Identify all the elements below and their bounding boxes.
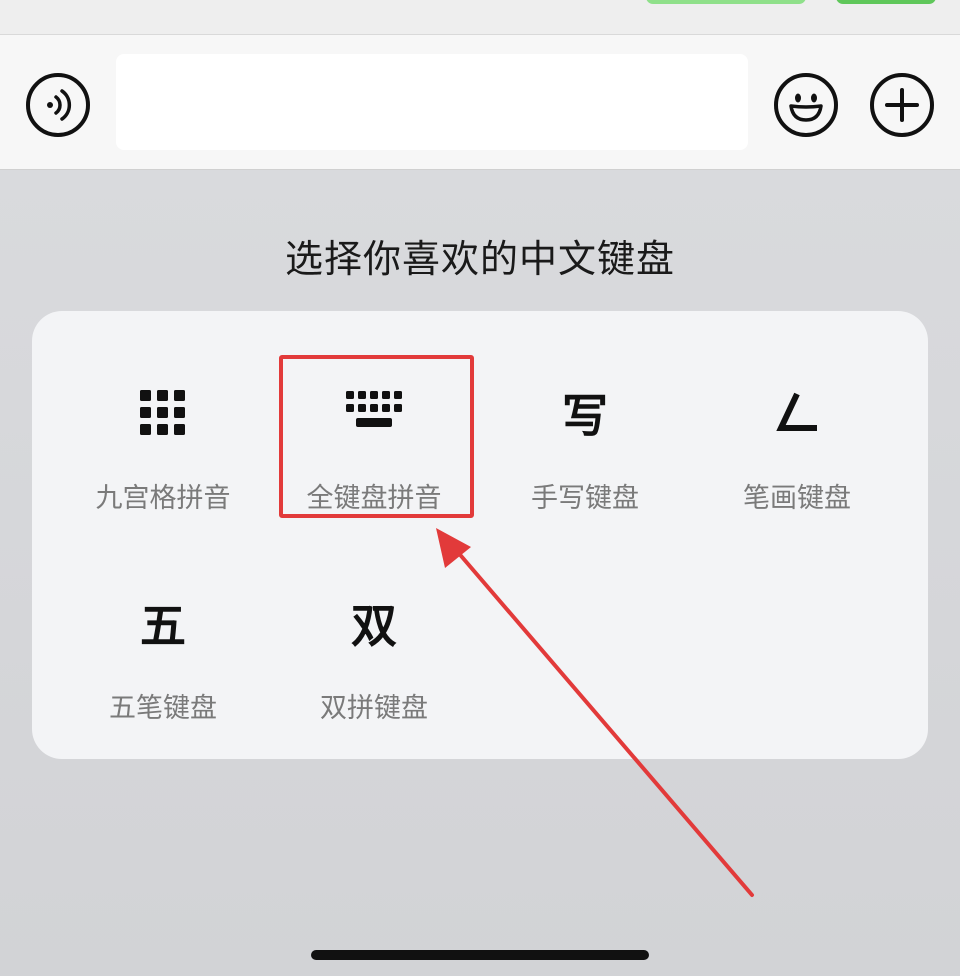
- option-label: 五笔键盘: [109, 693, 217, 724]
- option-label: 手写键盘: [531, 483, 639, 514]
- emoji-icon: [789, 93, 823, 122]
- voice-input-button[interactable]: [26, 73, 90, 137]
- message-input[interactable]: [116, 54, 748, 150]
- option-wubi-keyboard[interactable]: 五 五笔键盘: [68, 588, 258, 738]
- option-shuangpin-keyboard[interactable]: 双 双拼键盘: [279, 588, 469, 738]
- green-button-partial-2[interactable]: [836, 0, 936, 4]
- voice-input-icon: [47, 89, 72, 121]
- handwriting-glyph-icon: 写: [562, 389, 608, 443]
- chat-input-bar: [0, 35, 960, 170]
- option-label: 笔画键盘: [743, 483, 851, 514]
- option-handwriting-keyboard[interactable]: 写 手写键盘: [490, 378, 680, 528]
- top-strip: [0, 0, 960, 35]
- wubi-glyph-icon: 五: [140, 599, 186, 653]
- option-stroke-keyboard[interactable]: 笔画键盘: [702, 378, 892, 528]
- stroke-icon: [702, 378, 892, 448]
- shuangpin-glyph-icon: 双: [351, 599, 397, 653]
- more-plus-button[interactable]: [870, 73, 934, 137]
- home-indicator[interactable]: [311, 950, 649, 960]
- keyboard-picker-title: 选择你喜欢的中文键盘: [284, 237, 675, 281]
- plus-icon: [885, 88, 919, 122]
- option-label: 双拼键盘: [320, 693, 428, 724]
- option-nine-grid-pinyin[interactable]: 九宫格拼音: [68, 378, 258, 528]
- option-label: 九宫格拼音: [95, 483, 231, 514]
- emoji-button[interactable]: [774, 73, 838, 137]
- highlight-box: [279, 355, 474, 518]
- green-button-partial[interactable]: [646, 0, 806, 4]
- nine-grid-icon: [68, 378, 258, 448]
